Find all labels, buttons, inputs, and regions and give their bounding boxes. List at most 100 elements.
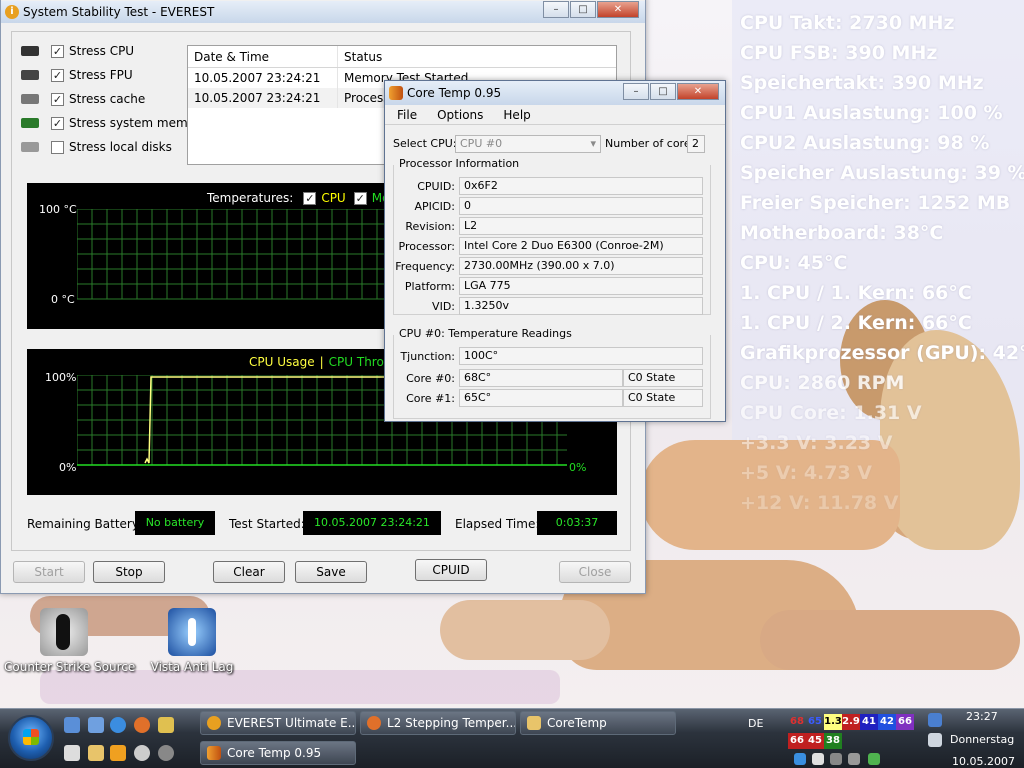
- stress-memory-option[interactable]: ✓ Stress system memory: [21, 111, 207, 135]
- clock-weekday[interactable]: Donnerstag: [950, 733, 1014, 746]
- quicklaunch-steam-icon[interactable]: [158, 745, 174, 761]
- status-row: Remaining Battery: No battery Test Start…: [27, 511, 617, 535]
- overlay-line: 1. CPU / 1. Kern: 66°C: [740, 282, 972, 304]
- select-cpu-label: Select CPU:: [393, 137, 457, 150]
- taskbar-button-core-temp[interactable]: Core Temp 0.95: [200, 741, 356, 765]
- core-temp-titlebar[interactable]: Core Temp 0.95 – □ ✕: [385, 81, 725, 105]
- core-0-row: Core #0: 68C° C0 State: [393, 369, 703, 387]
- core-temp-body: Select CPU: CPU #0 ▾ Number of cores 2 P…: [385, 125, 725, 421]
- tray-sensor-value[interactable]: 68: [788, 714, 806, 730]
- tray-sensor-value[interactable]: 66: [788, 733, 806, 749]
- tray-sensor-value[interactable]: 45: [806, 733, 824, 749]
- clock-time[interactable]: 23:27: [966, 710, 998, 723]
- stop-button[interactable]: Stop: [93, 561, 165, 583]
- stress-cache-option[interactable]: ✓ Stress cache: [21, 87, 207, 111]
- windows-logo-icon: [23, 729, 39, 745]
- tray-network-icon[interactable]: [928, 713, 942, 727]
- counter-strike-icon: [40, 608, 88, 656]
- close-window-button[interactable]: ✕: [597, 1, 639, 18]
- quicklaunch-pencil-icon[interactable]: [158, 717, 174, 733]
- tray-app-icon[interactable]: [868, 753, 880, 765]
- overlay-line: +3.3 V: 3.23 V: [740, 432, 893, 454]
- desktop-icon-label: Counter Strike Source: [4, 660, 136, 674]
- processor-field-label: Platform:: [404, 279, 455, 293]
- stress-memory-checkbox[interactable]: ✓: [51, 116, 64, 130]
- taskbar-button-coretemp-folder[interactable]: CoreTemp: [520, 711, 676, 735]
- overlay-line: CPU: 2860 RPM: [740, 372, 905, 394]
- tray-sensor-value[interactable]: 42: [878, 714, 896, 730]
- tray-sensor-value[interactable]: 1.3: [824, 714, 842, 730]
- select-cpu-dropdown[interactable]: CPU #0 ▾: [455, 135, 601, 153]
- tray-volume-icon[interactable]: [928, 733, 942, 747]
- tray-sensor-value[interactable]: 38: [824, 733, 842, 749]
- everest-app-icon: i: [5, 5, 19, 19]
- stress-cpu-checkbox[interactable]: ✓: [51, 44, 64, 58]
- tray-app-icon[interactable]: [848, 753, 860, 765]
- start-button[interactable]: [8, 715, 54, 761]
- cores-count-label: Number of cores: [605, 137, 697, 150]
- cpuid-button[interactable]: CPUID: [415, 559, 487, 581]
- taskbar-button-everest[interactable]: EVEREST Ultimate E...: [200, 711, 356, 735]
- desktop-icon-counter-strike[interactable]: Counter Strike Source: [4, 608, 136, 674]
- tray-sensor-value[interactable]: 2.9: [842, 714, 860, 730]
- core-0-label: Core #0:: [406, 371, 455, 385]
- quicklaunch-folder-icon[interactable]: [88, 745, 104, 761]
- legend-motherboard-checkbox[interactable]: ✓: [353, 191, 367, 205]
- usage-legend: CPU Usage | CPU Throttli: [249, 355, 400, 369]
- start-button[interactable]: Start: [13, 561, 85, 583]
- minimize-button[interactable]: –: [543, 1, 569, 18]
- sensor-overlay: CPU Takt: 2730 MHz CPU FSB: 390 MHz Speich…: [740, 8, 1024, 518]
- tray-app-icon[interactable]: [794, 753, 806, 765]
- quicklaunch-firefox-icon[interactable]: [134, 717, 150, 733]
- quicklaunch-game-icon[interactable]: [134, 745, 150, 761]
- stress-cache-checkbox[interactable]: ✓: [51, 92, 64, 106]
- processor-field-row: Revision: L2: [393, 217, 703, 235]
- quicklaunch-desktop-icon[interactable]: [64, 717, 80, 733]
- save-button[interactable]: Save: [295, 561, 367, 583]
- cache-chip-icon: [21, 94, 39, 104]
- processor-field-label: Frequency:: [395, 259, 455, 273]
- quicklaunch-ie-icon[interactable]: [110, 717, 126, 733]
- tray-sensor-value[interactable]: 41: [860, 714, 878, 730]
- clock-date[interactable]: 10.05.2007: [952, 755, 1015, 768]
- stress-fpu-option[interactable]: ✓ Stress FPU: [21, 63, 207, 87]
- stress-fpu-label: Stress FPU: [69, 68, 133, 82]
- menu-options[interactable]: Options: [425, 105, 491, 124]
- desktop-icon-vista-anti-lag[interactable]: Vista Anti Lag: [132, 608, 252, 674]
- quicklaunch-switch-icon[interactable]: [64, 745, 80, 761]
- elapsed-time-value: 0:03:37: [537, 511, 617, 535]
- processor-field-row: VID: 1.3250v: [393, 297, 703, 315]
- quicklaunch-explorer-icon[interactable]: [88, 717, 104, 733]
- menu-help[interactable]: Help: [491, 105, 538, 124]
- everest-titlebar[interactable]: i System Stability Test - EVEREST – □ ✕: [1, 1, 645, 23]
- stress-disks-option[interactable]: Stress local disks: [21, 135, 207, 159]
- tray-app-icon[interactable]: [830, 753, 842, 765]
- stress-disks-checkbox[interactable]: [51, 140, 64, 154]
- menu-file[interactable]: File: [385, 105, 425, 124]
- maximize-button[interactable]: □: [650, 83, 676, 100]
- legend-cpu-checkbox[interactable]: ✓: [303, 191, 317, 205]
- stress-fpu-checkbox[interactable]: ✓: [51, 68, 64, 82]
- clear-button[interactable]: Clear: [213, 561, 285, 583]
- quicklaunch-media-icon[interactable]: [110, 745, 126, 761]
- close-window-button[interactable]: ✕: [677, 83, 719, 100]
- tray-sensor-value[interactable]: 66: [896, 714, 914, 730]
- close-button[interactable]: Close: [559, 561, 631, 583]
- battery-value: No battery: [135, 511, 215, 535]
- column-header-status[interactable]: Status: [338, 46, 616, 67]
- tray-sensor-value[interactable]: 65: [806, 714, 824, 730]
- overlay-line: CPU1 Auslastung: 100 %: [740, 102, 1003, 124]
- tray-app-icon[interactable]: [812, 753, 824, 765]
- minimize-button[interactable]: –: [623, 83, 649, 100]
- maximize-button[interactable]: □: [570, 1, 596, 18]
- processor-field-label: Revision:: [405, 219, 455, 233]
- taskbar-button-l2-stepping[interactable]: L2 Stepping Temper...: [360, 711, 516, 735]
- memory-module-icon: [21, 118, 39, 128]
- column-header-date[interactable]: Date & Time: [188, 46, 338, 67]
- overlay-line: Speichertakt: 390 MHz: [740, 72, 984, 94]
- language-indicator[interactable]: DE: [748, 717, 763, 730]
- tjunction-value: 100C°: [459, 347, 703, 365]
- overlay-line: 1. CPU / 2. Kern: 66°C: [740, 312, 972, 334]
- stress-cpu-option[interactable]: ✓ Stress CPU: [21, 39, 207, 63]
- chevron-down-icon: ▾: [590, 137, 596, 150]
